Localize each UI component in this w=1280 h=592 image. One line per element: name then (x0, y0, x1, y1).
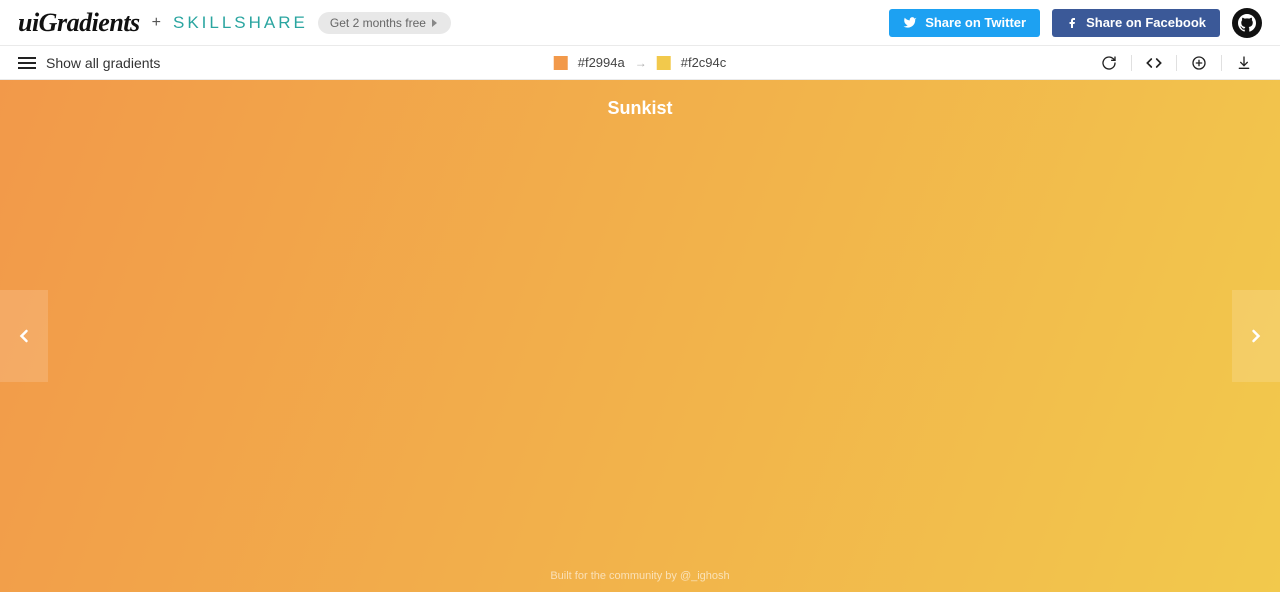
add-button[interactable] (1181, 50, 1217, 76)
code-icon (1146, 55, 1162, 71)
gradient-canvas: Sunkist Built for the community by @_igh… (0, 80, 1280, 592)
hex-1[interactable]: #f2994a (578, 55, 625, 70)
color-readout: #f2994a → #f2c94c (554, 55, 727, 70)
sub-bar: Show all gradients #f2994a → #f2c94c (0, 46, 1280, 80)
gradient-name: Sunkist (607, 98, 672, 119)
hex-2[interactable]: #f2c94c (681, 55, 727, 70)
show-all-button[interactable]: Show all gradients (18, 55, 160, 71)
caret-right-icon (432, 19, 437, 27)
hamburger-icon (18, 57, 36, 69)
swatch-1[interactable] (554, 56, 568, 70)
separator (1176, 55, 1177, 71)
code-button[interactable] (1136, 50, 1172, 76)
arrow-right-icon: → (635, 56, 647, 70)
twitter-icon (903, 16, 917, 30)
separator (1221, 55, 1222, 71)
download-icon (1236, 55, 1252, 71)
next-button[interactable] (1232, 290, 1280, 382)
facebook-icon (1066, 17, 1078, 29)
github-icon (1238, 14, 1256, 32)
plus-circle-icon (1191, 55, 1207, 71)
download-button[interactable] (1226, 50, 1262, 76)
top-bar-left: uiGradients + SKILLSHARE Get 2 months fr… (18, 8, 451, 38)
promo-label: Get 2 months free (330, 16, 426, 30)
toolbar (1091, 50, 1262, 76)
prev-button[interactable] (0, 290, 48, 382)
share-facebook-button[interactable]: Share on Facebook (1052, 9, 1220, 37)
rotate-icon (1101, 55, 1117, 71)
chevron-left-icon (14, 326, 34, 346)
separator (1131, 55, 1132, 71)
plus-separator: + (152, 14, 161, 32)
footer-credit: Built for the community by @_ighosh (550, 570, 729, 582)
promo-pill[interactable]: Get 2 months free (318, 12, 451, 34)
chevron-right-icon (1246, 326, 1266, 346)
logo[interactable]: uiGradients (18, 8, 140, 38)
github-button[interactable] (1232, 8, 1262, 38)
top-bar: uiGradients + SKILLSHARE Get 2 months fr… (0, 0, 1280, 46)
share-twitter-button[interactable]: Share on Twitter (889, 9, 1040, 37)
partner-logo[interactable]: SKILLSHARE (173, 13, 308, 33)
rotate-button[interactable] (1091, 50, 1127, 76)
top-bar-right: Share on Twitter Share on Facebook (889, 8, 1262, 38)
share-facebook-label: Share on Facebook (1086, 15, 1206, 30)
swatch-2[interactable] (657, 56, 671, 70)
show-all-label: Show all gradients (46, 55, 160, 71)
share-twitter-label: Share on Twitter (925, 15, 1026, 30)
